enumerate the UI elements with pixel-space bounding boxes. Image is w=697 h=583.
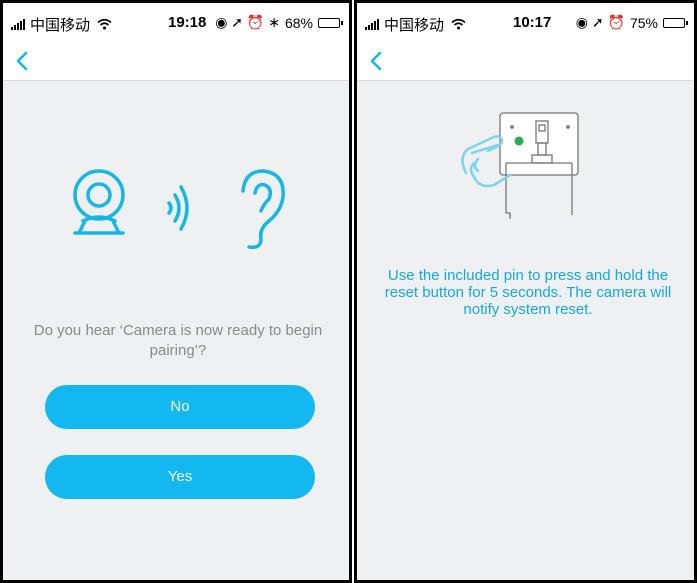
- carrier-label: 中国移动: [384, 17, 445, 34]
- status-bar: 中国移动 10:17 ◉ ➚ ⏰ 75%: [357, 3, 694, 43]
- carrier-label: 中国移动: [30, 17, 91, 34]
- battery-icon: [318, 17, 343, 28]
- phone-screen-right: 中国移动 10:17 ◉ ➚ ⏰ 75% Use the included pi…: [354, 0, 697, 583]
- status-indicator-icons: ◉ ➚ ⏰ ∗: [215, 14, 280, 30]
- signal-icon: [365, 19, 379, 30]
- pairing-question: Do you hear ‘Camera is now ready to begi…: [33, 322, 323, 359]
- status-time: 19:18: [168, 14, 207, 31]
- signal-icon: [11, 19, 25, 30]
- reset-illustration: [461, 112, 579, 219]
- reset-button-dot: [514, 136, 524, 146]
- device-reset-icon: [499, 112, 579, 219]
- ear-icon: [241, 169, 285, 250]
- camera-icon: [73, 169, 125, 235]
- chevron-left-icon[interactable]: [11, 49, 35, 73]
- battery-percent: 75%: [629, 14, 658, 31]
- nav-bar: [357, 43, 694, 81]
- wifi-icon: [451, 17, 466, 33]
- nav-bar: [3, 43, 349, 81]
- status-indicator-icons: ◉ ➚ ⏰: [575, 14, 625, 30]
- status-bar: 中国移动 19:18 ◉ ➚ ⏰ ∗ 68%: [3, 3, 349, 43]
- sound-waves-icon: [167, 185, 189, 231]
- phone-screen-left: 中国移动 19:18 ◉ ➚ ⏰ ∗ 68% Do you hear ‘Came…: [0, 0, 352, 583]
- pairing-illustration: [73, 169, 285, 250]
- battery-percent: 68%: [284, 14, 313, 31]
- reset-instruction: Use the included pin to press and hold t…: [384, 267, 672, 318]
- wifi-icon: [97, 17, 112, 33]
- status-time: 10:17: [513, 14, 552, 31]
- no-button[interactable]: No: [45, 385, 315, 429]
- chevron-left-icon[interactable]: [365, 49, 389, 73]
- battery-icon: [663, 17, 688, 28]
- yes-button[interactable]: Yes: [45, 455, 315, 499]
